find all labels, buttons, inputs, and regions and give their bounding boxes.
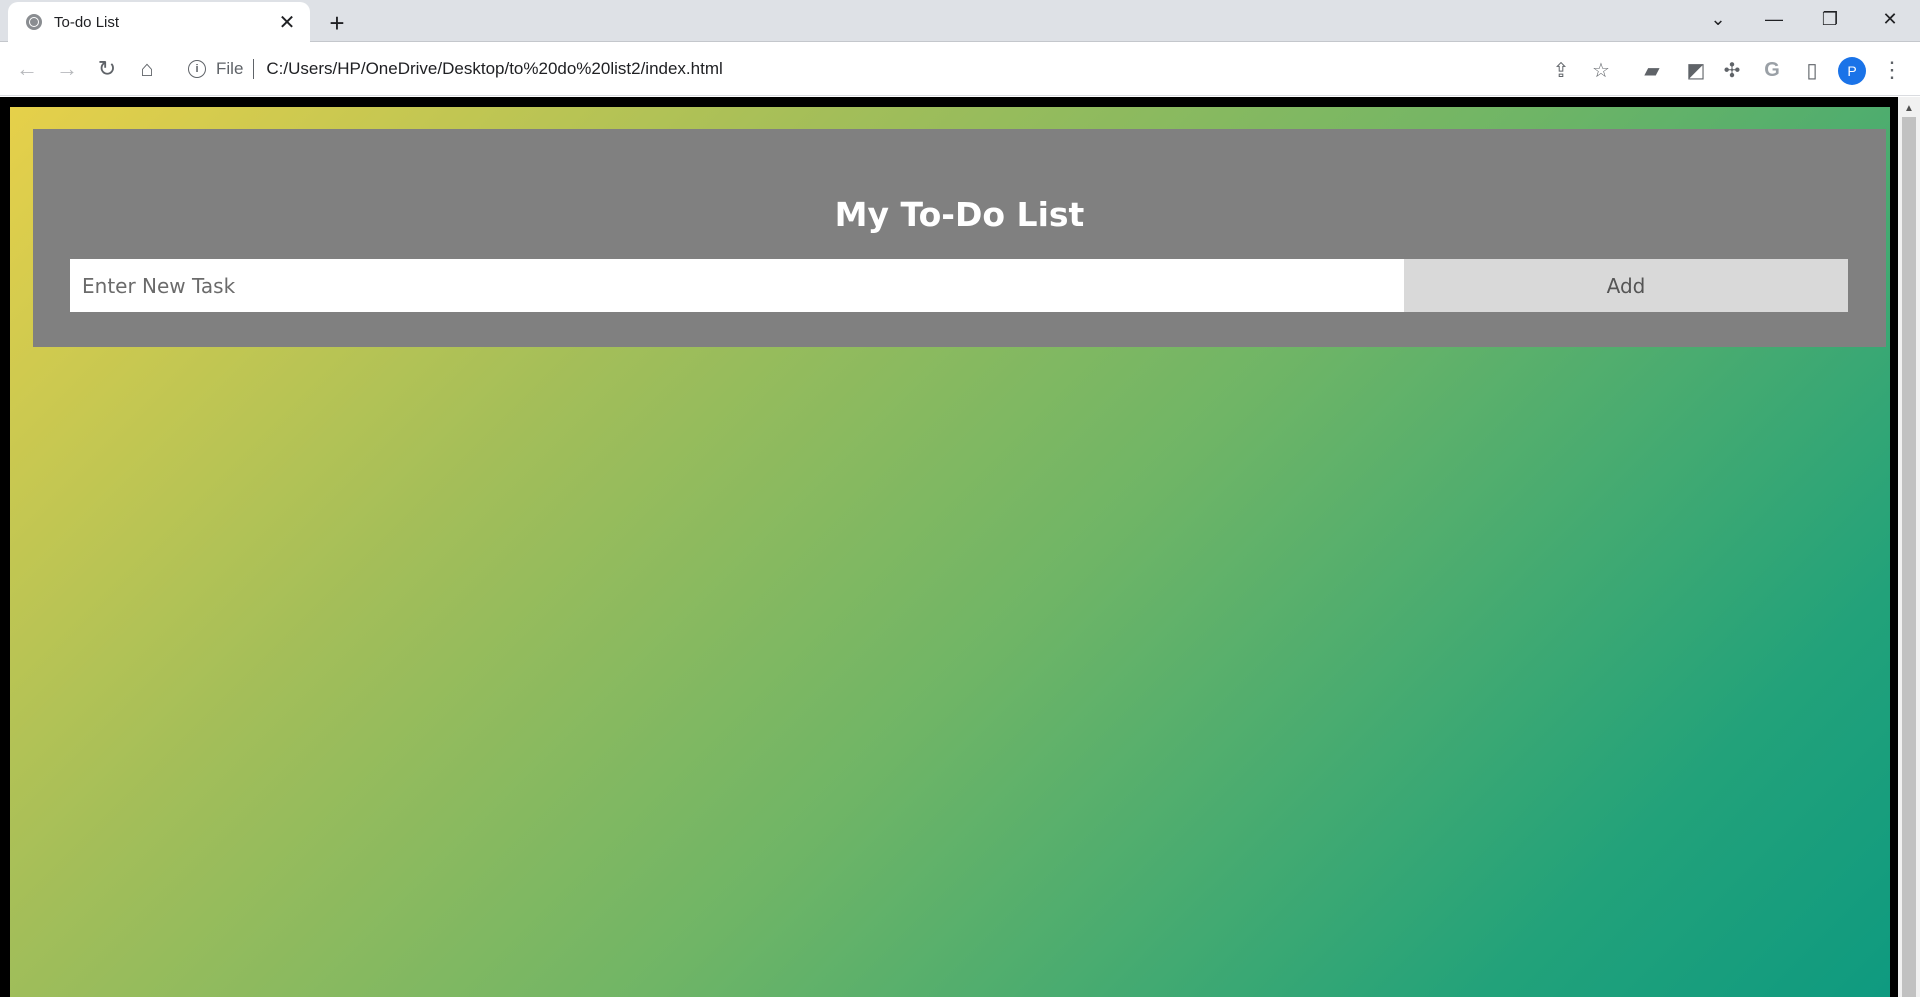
scrollbar[interactable]: ▲ (1898, 97, 1920, 997)
forward-icon[interactable]: → (52, 54, 82, 84)
scroll-up-icon[interactable]: ▲ (1898, 101, 1920, 115)
page-viewport: My To-Do List Add ▲ (0, 97, 1920, 997)
browser-toolbar: ← → ↻ ⌂ i File C:/Users/HP/OneDrive/Desk… (0, 42, 1920, 96)
scroll-thumb[interactable] (1902, 117, 1916, 997)
tab-strip: To-do List ✕ + ⌄ — ❐ ✕ (0, 0, 1920, 42)
puzzle-icon[interactable]: ✣ (1718, 56, 1746, 84)
reload-icon[interactable]: ↻ (92, 54, 122, 84)
url-separator (253, 59, 255, 79)
star-icon[interactable]: ☆ (1587, 56, 1615, 84)
address-bar[interactable]: i File C:/Users/HP/OneDrive/Desktop/to%2… (176, 50, 1506, 88)
page-title: My To-Do List (834, 195, 1085, 234)
restore-icon[interactable]: ❐ (1802, 0, 1858, 38)
task-input[interactable] (70, 259, 1404, 312)
file-label: File (216, 59, 244, 78)
browser-tab[interactable]: To-do List ✕ (8, 2, 310, 42)
tab-title: To-do List (54, 13, 120, 31)
extension-icon[interactable]: ▰ (1638, 56, 1666, 84)
add-button[interactable]: Add (1404, 259, 1848, 312)
home-icon[interactable]: ⌂ (132, 54, 162, 84)
todo-card: My To-Do List Add (33, 129, 1886, 347)
share-icon[interactable]: ⇪ (1547, 56, 1575, 84)
info-icon[interactable]: i (188, 60, 206, 78)
back-icon[interactable]: ← (12, 54, 42, 84)
side-panel-icon[interactable]: ▯ (1798, 56, 1826, 84)
avatar[interactable]: P (1838, 57, 1866, 85)
menu-icon[interactable]: ⋮ (1878, 56, 1906, 84)
chevron-down-icon[interactable]: ⌄ (1690, 0, 1746, 38)
url-text[interactable]: C:/Users/HP/OneDrive/Desktop/to%20do%20l… (266, 59, 722, 79)
globe-icon (26, 14, 42, 30)
google-icon[interactable]: G (1758, 56, 1786, 84)
minimize-icon[interactable]: — (1746, 0, 1802, 38)
close-window-icon[interactable]: ✕ (1862, 0, 1918, 38)
tab-close-icon[interactable]: ✕ (276, 11, 298, 34)
gradient-background: My To-Do List Add (10, 107, 1890, 997)
new-tab-button[interactable]: + (322, 8, 352, 38)
extension-icon[interactable]: ◩ (1682, 56, 1710, 84)
